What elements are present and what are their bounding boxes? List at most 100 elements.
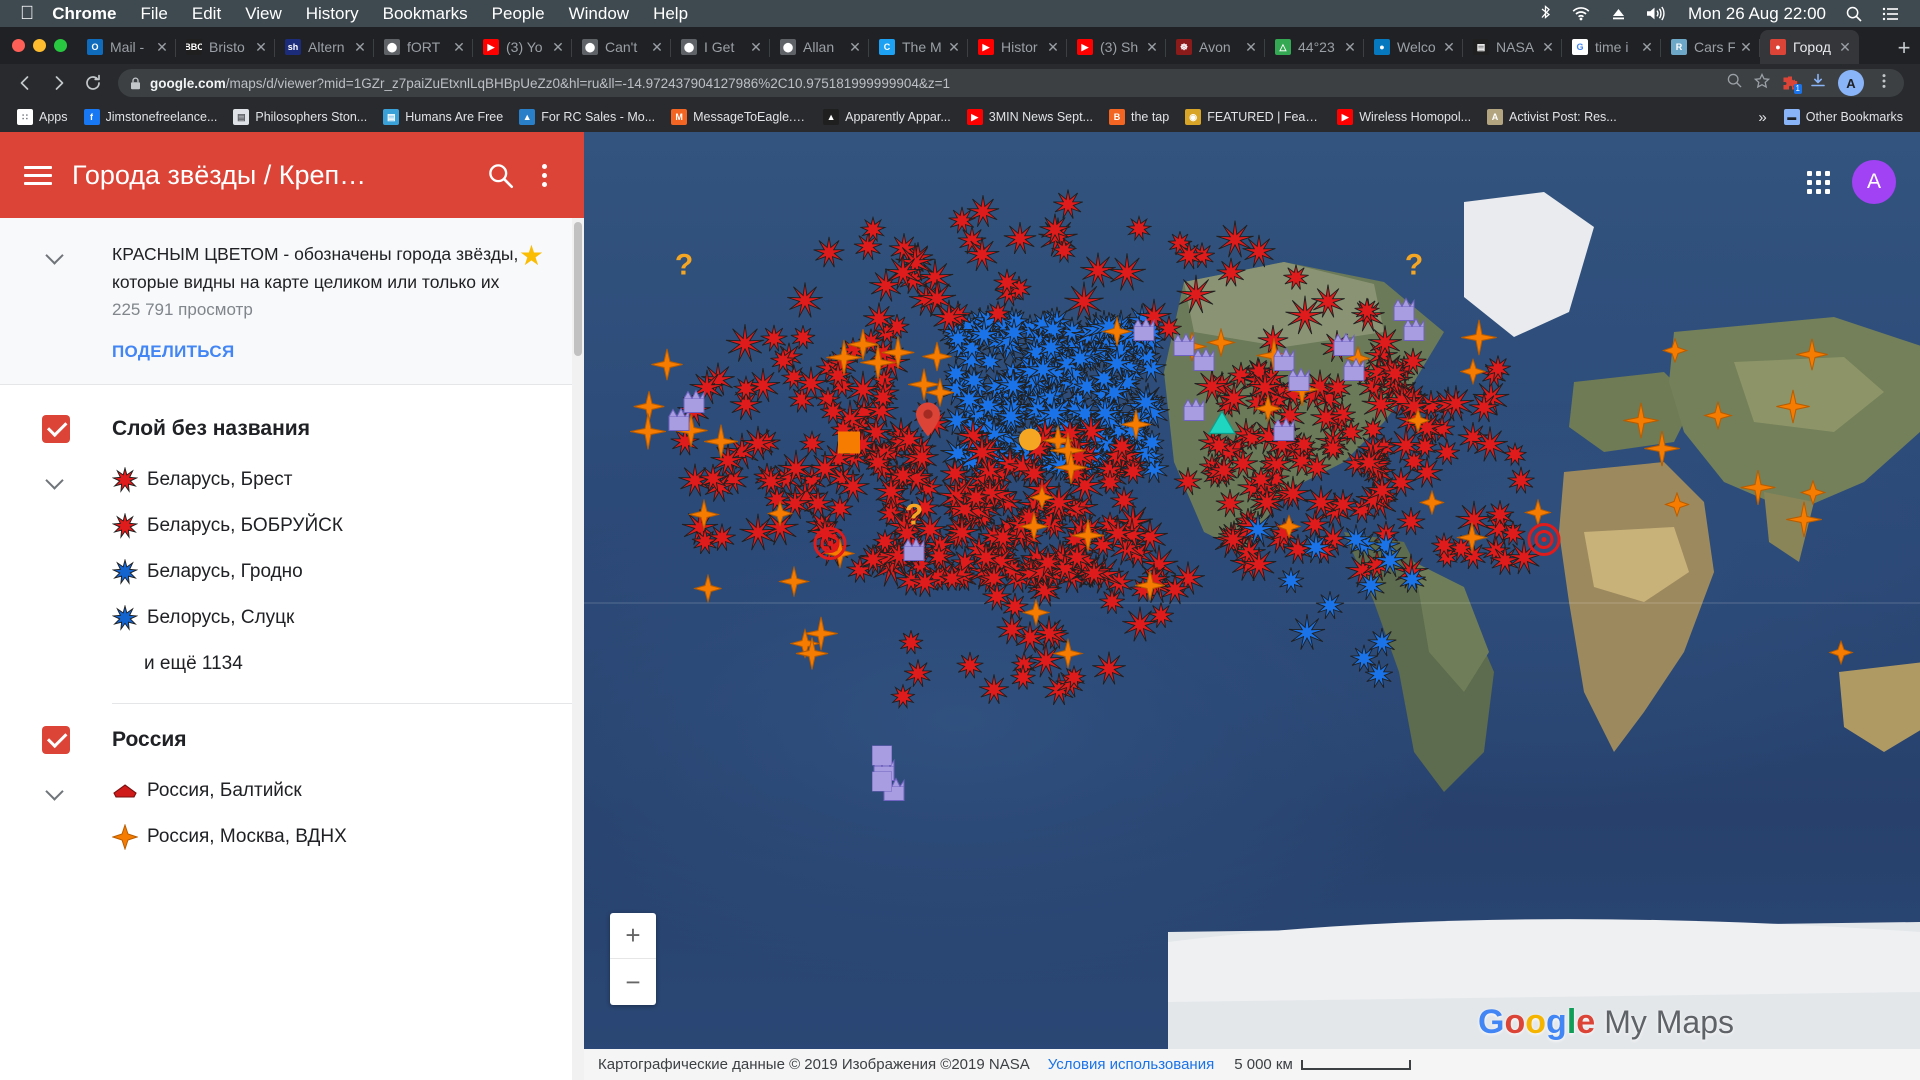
orange-star-marker[interactable] — [1663, 338, 1688, 368]
purple-fort-marker[interactable] — [1284, 365, 1314, 400]
bookmark-item[interactable]: ▲Apparently Appar... — [816, 106, 958, 128]
red-star-marker[interactable] — [1412, 434, 1437, 464]
layer-expand-toggle[interactable] — [0, 469, 112, 491]
tab-close-icon[interactable]: ✕ — [1540, 39, 1556, 55]
menu-people[interactable]: People — [492, 4, 545, 24]
bookmark-item[interactable]: ▶Wireless Homopol... — [1330, 106, 1478, 128]
orange-star-marker[interactable] — [1643, 429, 1680, 471]
layer-visibility-toggle[interactable] — [0, 726, 112, 754]
tab-close-icon[interactable]: ✕ — [451, 39, 467, 55]
menu-edit[interactable]: Edit — [192, 4, 221, 24]
red-star-marker[interactable] — [733, 375, 759, 406]
orange-star-marker[interactable] — [693, 575, 722, 609]
orange-star-marker[interactable] — [1460, 359, 1486, 390]
maximize-window-button[interactable] — [54, 39, 67, 52]
bookmark-item[interactable]: AActivist Post: Res... — [1480, 106, 1624, 128]
other-bookmarks-folder[interactable]: ▬Other Bookmarks — [1777, 106, 1910, 128]
orange-star-marker[interactable] — [1053, 638, 1083, 673]
blue-star-marker[interactable] — [995, 369, 1030, 409]
bookmark-item[interactable]: ▤Philosophers Ston... — [226, 106, 374, 128]
orange-star-marker[interactable] — [703, 424, 739, 465]
red-star-marker[interactable] — [908, 566, 941, 604]
orange-star-marker[interactable] — [1829, 640, 1854, 670]
orange-star-marker[interactable] — [1054, 450, 1088, 489]
red-star-marker[interactable] — [739, 425, 776, 467]
search-icon[interactable] — [1846, 6, 1862, 22]
layer-checkbox[interactable] — [42, 726, 70, 754]
red-star-marker[interactable] — [1242, 234, 1277, 274]
browser-tab[interactable]: ▶(3) Sh✕ — [1067, 30, 1166, 64]
red-star-marker[interactable] — [1282, 264, 1310, 297]
bookmark-item[interactable]: ▤Humans Are Free — [376, 106, 510, 128]
forward-arrow-icon[interactable] — [44, 68, 74, 98]
tab-close-icon[interactable]: ✕ — [1144, 39, 1160, 55]
apple-logo-icon[interactable]:  — [20, 4, 34, 23]
browser-tab[interactable]: RCars F✕ — [1661, 30, 1760, 64]
orange-star-marker[interactable] — [1460, 319, 1497, 361]
browser-tab[interactable]: Gtime i✕ — [1562, 30, 1661, 64]
blue-star-marker[interactable] — [1397, 565, 1427, 600]
bullseye-marker[interactable] — [813, 527, 847, 566]
menu-history[interactable]: History — [306, 4, 359, 24]
orange-star-marker[interactable] — [778, 566, 809, 602]
blue-star-marker[interactable] — [1366, 627, 1397, 663]
orange-star-marker[interactable] — [1071, 519, 1105, 558]
browser-tab[interactable]: ●Welco✕ — [1364, 30, 1463, 64]
blue-star-marker[interactable] — [1364, 659, 1394, 694]
red-star-marker[interactable] — [960, 431, 1002, 478]
tab-close-icon[interactable]: ✕ — [1639, 39, 1655, 55]
purple-fort-marker[interactable] — [899, 535, 929, 570]
bookmark-star-icon[interactable] — [1754, 73, 1770, 94]
chrome-menu-icon[interactable] — [1876, 73, 1892, 94]
wifi-icon[interactable] — [1571, 6, 1591, 21]
orange-star-marker[interactable] — [1277, 514, 1301, 543]
red-star-marker[interactable] — [1175, 273, 1216, 319]
red-star-marker[interactable] — [1174, 240, 1205, 276]
feature-row[interactable]: Беларусь, БОБРУЙСК — [0, 503, 584, 549]
purple-square-marker[interactable] — [872, 772, 892, 797]
red-star-marker[interactable] — [902, 659, 932, 694]
purple-fort-marker[interactable] — [1389, 295, 1419, 330]
red-star-marker[interactable] — [863, 447, 893, 482]
tab-close-icon[interactable]: ✕ — [550, 39, 566, 55]
tab-close-icon[interactable]: ✕ — [1441, 39, 1457, 55]
feature-row[interactable]: Беларусь, Брест — [0, 457, 584, 503]
browser-tab[interactable]: ▶Histor✕ — [968, 30, 1067, 64]
location-pin-marker[interactable] — [915, 402, 941, 443]
orange-star-marker[interactable] — [1419, 490, 1444, 520]
star-icon[interactable]: ★ — [519, 242, 544, 270]
download-icon[interactable] — [1810, 73, 1826, 94]
browser-tab[interactable]: OMail -✕ — [77, 30, 176, 64]
orange-star-marker[interactable] — [650, 348, 683, 386]
orange-star-marker[interactable] — [860, 343, 897, 385]
feature-row[interactable]: Россия, Балтийск — [0, 768, 584, 814]
close-window-button[interactable] — [12, 39, 25, 52]
red-star-marker[interactable] — [1320, 435, 1347, 467]
question-mark-marker[interactable]: ? — [671, 249, 697, 286]
menu-file[interactable]: File — [140, 4, 167, 24]
purple-fort-marker[interactable] — [1269, 415, 1299, 450]
red-star-marker[interactable] — [1092, 651, 1128, 692]
layer-expand-toggle[interactable] — [0, 780, 112, 802]
orange-star-marker[interactable] — [1029, 485, 1054, 515]
orange-star-marker[interactable] — [1775, 389, 1810, 429]
red-star-marker[interactable] — [812, 236, 845, 274]
feature-row[interactable]: Белорусь, Слуцк — [0, 595, 584, 641]
volume-icon[interactable] — [1646, 6, 1668, 21]
orange-star-marker[interactable] — [1120, 409, 1152, 446]
feature-row[interactable]: Беларусь, Гродно — [0, 549, 584, 595]
red-star-marker[interactable] — [1436, 384, 1475, 428]
browser-tab[interactable]: BBCBristo✕ — [176, 30, 275, 64]
teal-triangle-marker[interactable] — [1208, 410, 1236, 441]
purple-fort-marker[interactable] — [1339, 355, 1369, 390]
bluetooth-icon[interactable] — [1540, 5, 1551, 22]
tab-close-icon[interactable]: ✕ — [748, 39, 764, 55]
tab-close-icon[interactable]: ✕ — [352, 39, 368, 55]
share-link[interactable]: ПОДЕЛИТЬСЯ — [112, 342, 235, 362]
red-star-marker[interactable] — [1227, 447, 1260, 485]
orange-square-marker[interactable] — [838, 432, 860, 459]
red-star-marker[interactable] — [1353, 446, 1387, 485]
red-star-marker[interactable] — [904, 439, 940, 480]
layer-visibility-toggle[interactable] — [0, 415, 112, 443]
red-star-marker[interactable] — [956, 651, 985, 685]
